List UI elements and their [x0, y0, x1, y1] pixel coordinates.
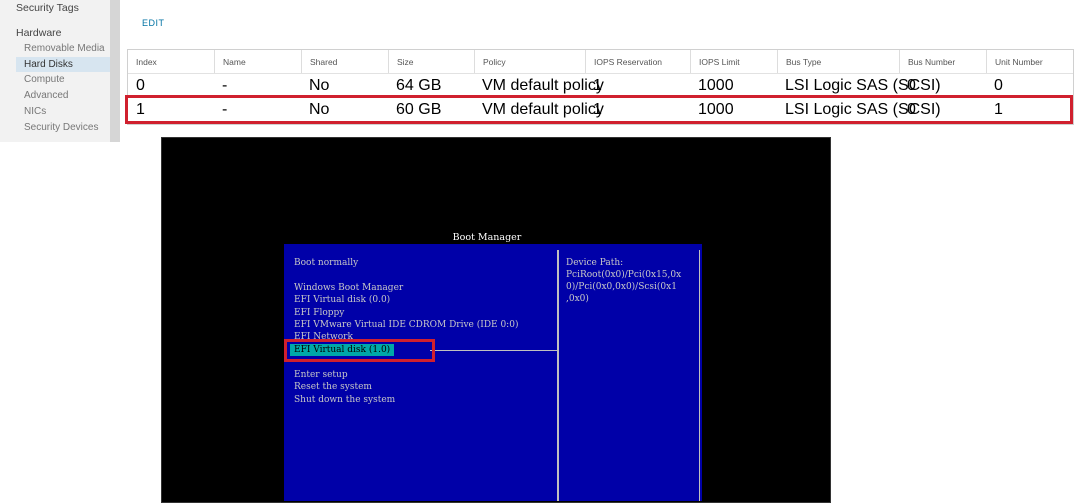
- boot-option-windows-boot-manager[interactable]: Windows Boot Manager: [294, 282, 403, 294]
- device-path-line: PciRoot(0x0)/Pci(0x15,0x: [566, 270, 682, 280]
- column-header-iops-reservation[interactable]: IOPS Reservation: [585, 50, 662, 74]
- column-header-bus-number[interactable]: Bus Number: [899, 50, 955, 74]
- sidebar-item-advanced[interactable]: Advanced: [24, 90, 68, 101]
- boot-option-reset[interactable]: Reset the system: [294, 381, 372, 393]
- sidebar-item-hard-disks[interactable]: Hard Disks: [16, 57, 110, 72]
- sidebar: Security Tags Hardware Removable Media H…: [0, 0, 113, 142]
- sidebar-item-removable-media[interactable]: Removable Media: [24, 43, 105, 54]
- edit-button[interactable]: EDIT: [142, 18, 165, 28]
- device-path-line: ,0x0): [566, 294, 589, 304]
- row-highlight-box: [125, 95, 1073, 124]
- boot-option-highlight-box: [284, 339, 435, 362]
- boot-divider-horizontal: [430, 350, 557, 351]
- sidebar-item-security-tags[interactable]: Security Tags: [16, 2, 79, 14]
- column-header-name[interactable]: Name: [214, 50, 246, 74]
- column-header-iops-limit[interactable]: IOPS Limit: [690, 50, 740, 74]
- boot-divider-vertical: [557, 250, 559, 501]
- column-header-index[interactable]: Index: [128, 50, 157, 74]
- column-header-shared[interactable]: Shared: [301, 50, 337, 74]
- sidebar-item-nics[interactable]: NICs: [24, 106, 46, 117]
- boot-option-boot-normally[interactable]: Boot normally: [294, 257, 358, 269]
- boot-option-efi-virtual-disk-0[interactable]: EFI Virtual disk (0.0): [294, 294, 390, 306]
- column-header-unit-number[interactable]: Unit Number: [986, 50, 1043, 74]
- column-header-size[interactable]: Size: [388, 50, 414, 74]
- boot-option-efi-cdrom[interactable]: EFI VMware Virtual IDE CDROM Drive (IDE …: [294, 319, 518, 331]
- device-path-label: Device Path:: [566, 258, 624, 268]
- sidebar-scrollbar[interactable]: [110, 0, 120, 142]
- device-path-line: 0)/Pci(0x0,0x0)/Scsi(0x1: [566, 282, 677, 292]
- boot-option-shut-down[interactable]: Shut down the system: [294, 394, 395, 406]
- boot-border-right: [699, 250, 700, 501]
- column-header-bus-type[interactable]: Bus Type: [777, 50, 821, 74]
- sidebar-section-hardware[interactable]: Hardware: [16, 27, 62, 39]
- sidebar-item-security-devices[interactable]: Security Devices: [24, 122, 98, 133]
- table-header-row: Index Name Shared Size Policy IOPS Reser…: [128, 50, 1075, 74]
- sidebar-item-compute[interactable]: Compute: [24, 74, 65, 85]
- boot-option-enter-setup[interactable]: Enter setup: [294, 369, 348, 381]
- column-header-policy[interactable]: Policy: [474, 50, 506, 74]
- boot-manager-title: Boot Manager: [452, 232, 522, 243]
- boot-option-efi-floppy[interactable]: EFI Floppy: [294, 307, 344, 319]
